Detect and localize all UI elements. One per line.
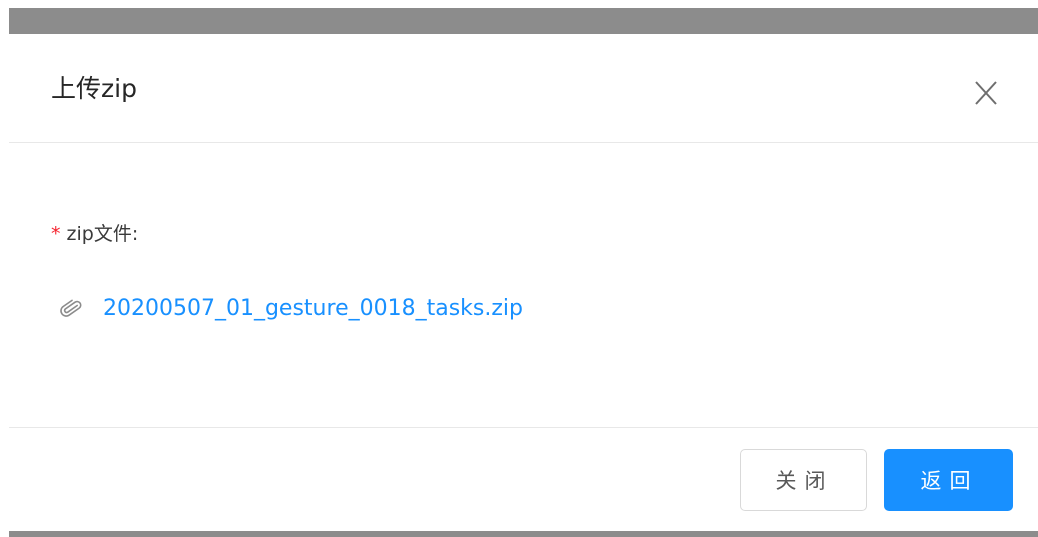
close-button[interactable]: 关闭 bbox=[740, 449, 867, 511]
backdrop-bottom bbox=[9, 531, 1038, 537]
screen: 上传zip * zip文件: 20200507_01_gesture_0018_t… bbox=[0, 0, 1038, 537]
uploaded-file-item[interactable]: 20200507_01_gesture_0018_tasks.zip bbox=[59, 293, 523, 325]
paperclip-icon bbox=[60, 299, 82, 317]
required-mark: * bbox=[51, 223, 61, 245]
zip-file-label-text: zip文件: bbox=[66, 223, 139, 245]
modal-footer: 关闭 返回 bbox=[9, 427, 1038, 532]
modal-header: 上传zip bbox=[9, 34, 1038, 143]
return-button[interactable]: 返回 bbox=[884, 449, 1013, 511]
modal-title: 上传zip bbox=[51, 74, 137, 103]
backdrop-top bbox=[9, 8, 1038, 34]
uploaded-file-link[interactable]: 20200507_01_gesture_0018_tasks.zip bbox=[103, 293, 523, 325]
upload-zip-modal: 上传zip * zip文件: 20200507_01_gesture_0018_t… bbox=[9, 34, 1038, 531]
close-icon[interactable] bbox=[971, 78, 1001, 108]
zip-file-label: * zip文件: bbox=[51, 222, 138, 246]
